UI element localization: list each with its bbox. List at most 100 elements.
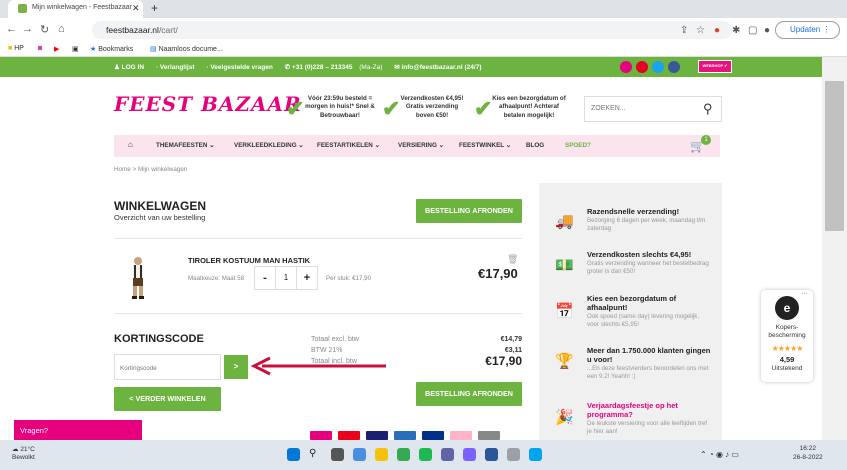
product-name[interactable]: TIROLER KOSTUUM MAN HASTIK	[188, 256, 310, 265]
price-per-piece: Per stuk: €17,90	[326, 275, 372, 282]
usp-delivery: Vóór 23:59u besteld = morgen in huis!* S…	[305, 95, 375, 119]
phone-link[interactable]: ✆ +31 (0)228 – 213345 (Ma-Za)	[285, 64, 388, 71]
klarna-icon	[450, 431, 472, 440]
login-link[interactable]: ♟ LOG IN	[114, 64, 149, 71]
continue-shopping-button[interactable]: < VERDER WINKELEN	[114, 387, 221, 411]
product-price: €17,90	[478, 266, 518, 281]
page-scrollbar[interactable]	[822, 57, 847, 440]
update-button[interactable]: Updaten ⋮	[775, 21, 840, 39]
word-icon[interactable]	[485, 448, 498, 461]
weather-widget[interactable]: ☁ 21°C Bewolkt	[12, 446, 35, 463]
benefit-title: Verjaardagsfeestje op het programma?	[587, 401, 678, 419]
instagram-icon[interactable]: ◙	[38, 45, 42, 52]
youtube-icon[interactable]: ▶	[54, 45, 59, 53]
menu-feestartikelen[interactable]: FEESTARTIKELEN ⌄	[317, 142, 380, 149]
reload-icon[interactable]: ↻	[40, 23, 49, 36]
bookmark-document[interactable]: ▤ Naamloos docume...	[150, 45, 223, 53]
benefit-title: Meer dan 1.750.000 klanten gingen u voor…	[587, 346, 711, 364]
taskview-icon[interactable]	[331, 448, 344, 461]
apply-discount-button[interactable]: >	[224, 355, 248, 379]
waarborg-logo[interactable]: WEBSHOP ✔	[698, 60, 732, 73]
discount-title: KORTINGSCODE	[114, 333, 204, 345]
app-icon[interactable]	[463, 448, 476, 461]
share-icon[interactable]: ⇪	[680, 25, 688, 36]
menu-spoed[interactable]: SPOED?	[565, 142, 591, 149]
url-host: feestbazaar.nl	[106, 25, 159, 35]
address-bar[interactable]: feestbazaar.nl/cart/	[92, 21, 732, 39]
app-icon[interactable]	[529, 448, 542, 461]
menu-blog[interactable]: BLOG	[526, 142, 544, 149]
trusted-shops-badge[interactable]: e ··· Kopers-bescherming ★★★★★ 4,59 Uits…	[761, 290, 813, 382]
spotify-icon[interactable]	[419, 448, 432, 461]
cloud-icon: ☁	[12, 446, 19, 453]
wishlist-link[interactable]: · Verlanglijst	[156, 64, 200, 71]
system-tray[interactable]: ⌃ ◔ ◉ ♪ ▭	[700, 450, 739, 459]
bookmark-hp[interactable]: ■ HP	[8, 45, 24, 52]
app-icon[interactable]	[507, 448, 520, 461]
back-icon[interactable]: ←	[6, 23, 17, 35]
menu-versiering[interactable]: VERSIERING ⌄	[398, 142, 444, 149]
tab-strip: Mijn winkelwagen - Feestbazaar ✕ +	[0, 0, 847, 18]
bookmarks-bar: ■ HP ◙ ▶ ▣ ★ Bookmarks ▤ Naamloos docume…	[0, 42, 847, 57]
document-icon: ▤	[150, 46, 157, 53]
windows-taskbar: ☁ 21°C Bewolkt ⚲ ⌃ ◔ ◉ ♪ ▭ 16:22 26-8-202…	[0, 440, 847, 470]
chat-app-icon[interactable]	[353, 448, 366, 461]
faq-link[interactable]: · Veelgestelde vragen	[206, 64, 278, 71]
cart-count-badge: 1	[701, 135, 711, 145]
home-icon[interactable]: ⌂	[128, 140, 133, 149]
clock[interactable]: 16:22 26-8-2022	[793, 444, 823, 462]
increase-quantity-button[interactable]: +	[297, 267, 317, 289]
twitter-icon[interactable]	[652, 61, 664, 73]
bookmark-bookmarks[interactable]: ★ Bookmarks	[90, 45, 133, 53]
search-icon[interactable]: ⚲	[309, 448, 322, 461]
scrollbar-thumb[interactable]	[825, 81, 844, 231]
image-icon[interactable]: ▣	[72, 45, 79, 53]
benefit-text: ...En deze feestvierders beoordelen ons …	[587, 365, 709, 381]
trusted-shops-logo: e	[775, 296, 799, 320]
start-icon[interactable]	[287, 448, 300, 461]
sidepanel-icon[interactable]: ▢	[748, 25, 757, 36]
tab-mijn-winkelwagen[interactable]: Mijn winkelwagen - Feestbazaar ✕	[8, 0, 143, 18]
quantity-stepper: - 1 +	[254, 266, 318, 290]
profile-avatar[interactable]: ●	[764, 25, 770, 36]
pinterest-icon[interactable]	[636, 61, 648, 73]
search-input[interactable]	[591, 105, 691, 112]
page-title: WINKELWAGEN	[114, 199, 206, 213]
instagram-icon[interactable]	[620, 61, 632, 73]
email-link[interactable]: ✉ info@feestbazaar.nl (24/7)	[394, 64, 486, 71]
chat-widget-button[interactable]: Vragen?	[14, 420, 142, 440]
bancontact-icon	[394, 431, 416, 440]
decrease-quantity-button[interactable]: -	[255, 267, 275, 289]
product-image[interactable]	[127, 256, 149, 300]
trash-icon[interactable]: 🗑	[507, 254, 518, 265]
benefit-title: Kies een bezorgdatum of afhaalpunt!	[587, 294, 677, 312]
breadcrumb[interactable]: Home > Mijn winkelwagen	[114, 166, 187, 173]
btw-label: BTW 21%	[311, 347, 343, 354]
discount-code-input[interactable]: Kortingscode	[114, 354, 221, 380]
home-icon[interactable]: ⌂	[58, 23, 65, 35]
close-icon[interactable]: ✕	[132, 3, 140, 14]
extension-icon[interactable]: ●	[714, 25, 720, 36]
menu-verkleedkleding[interactable]: VERKLEEDKLEDING ⌄	[234, 142, 304, 149]
chrome-icon[interactable]	[397, 448, 410, 461]
search-icon[interactable]: ⚲	[703, 101, 713, 117]
app-icon[interactable]	[441, 448, 454, 461]
page-subtitle: Overzicht van uw bestelling	[114, 213, 206, 222]
feestbazaar-logo[interactable]: FEEST BAZAAR	[114, 92, 302, 116]
menu-feestwinkel[interactable]: FEESTWINKEL ⌄	[459, 142, 511, 149]
facebook-icon[interactable]	[668, 61, 680, 73]
checkout-button-top[interactable]: BESTELLING AFRONDEN	[416, 199, 522, 223]
forward-icon[interactable]: →	[22, 23, 33, 35]
bookmark-star-icon[interactable]: ☆	[696, 25, 705, 36]
file-explorer-icon[interactable]	[375, 448, 388, 461]
quantity-value[interactable]: 1	[275, 267, 297, 289]
puzzle-icon[interactable]: ✱	[732, 25, 740, 36]
truck-icon: 🚚	[555, 213, 574, 230]
checkout-button-bottom[interactable]: BESTELLING AFRONDEN	[416, 382, 522, 406]
ideal-icon	[310, 431, 332, 440]
search-box: ⚲	[584, 96, 722, 122]
new-tab-icon[interactable]: +	[151, 1, 158, 15]
menu-themafeesten[interactable]: THEMAFEESTEN ⌄	[156, 142, 214, 149]
more-icon[interactable]: ···	[801, 290, 808, 297]
mastercard-icon	[338, 431, 360, 440]
